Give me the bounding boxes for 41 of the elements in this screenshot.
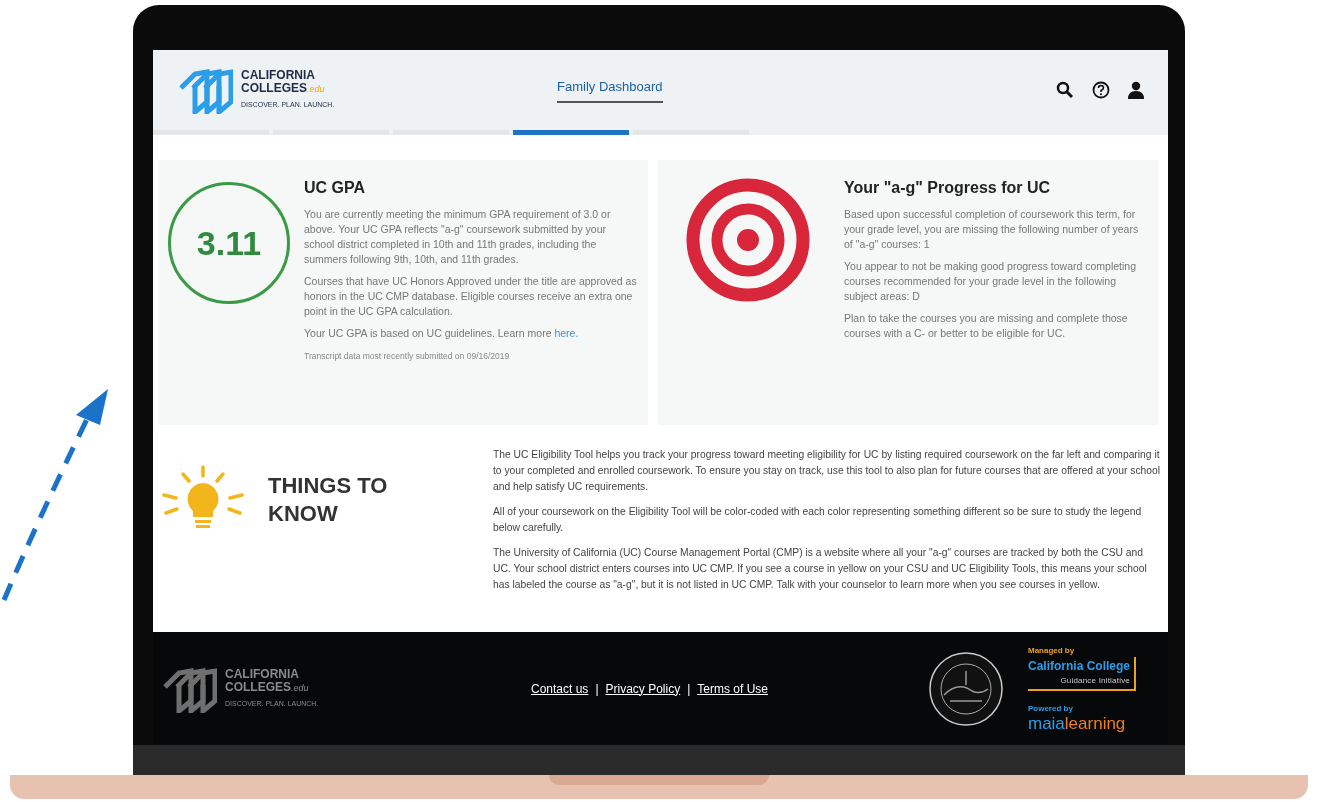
card-paragraph: Your UC GPA is based on UC guidelines. Learn more here. — [304, 326, 580, 341]
card-title: Your "a-g" Progress for UC — [844, 178, 1051, 198]
nav-tab[interactable] — [393, 130, 509, 135]
user-icon[interactable] — [1128, 81, 1144, 99]
managed-by-label: Managed by — [1027, 644, 1076, 657]
logo-text: CALIFORNIA — [241, 69, 316, 82]
footer-link[interactable]: Privacy Policy — [605, 679, 681, 698]
maialearning-logo-text: learning — [1064, 714, 1126, 733]
logo-suffix: .edu — [307, 84, 325, 96]
info-paragraph: The UC Eligibility Tool helps you track your progress toward meeting eligibility for UC by listing required coursework on the far left and comparing it to your completed and enrolled coursework. To ensure you stay on track, use this tool to also plan for future courses that are offered at your school and help satisfy UC requirements. — [493, 448, 1161, 494]
card-title: UC GPA — [304, 178, 367, 198]
gpa-value: 3.11 — [196, 222, 262, 264]
guidance-initiative-name: California College — [1027, 657, 1130, 675]
nav-tab[interactable] — [513, 130, 629, 135]
transcript-note: Transcript data most recently submitted on 09/16/2019 — [304, 350, 511, 363]
info-paragraph: All of your coursework on the Eligibility Tool will be color-coded with each color representing something different so be sure to study the legend below carefully. — [493, 505, 1143, 535]
card-paragraph: Plan to take the courses you are missing and complete those courses with a C- or better to be eligible for UC. — [844, 311, 1129, 341]
footer-link[interactable]: Contact us — [531, 679, 589, 698]
nav-tab[interactable] — [633, 130, 749, 135]
help-icon[interactable] — [1092, 81, 1110, 99]
logo-text: CALIFORNIA — [225, 667, 300, 681]
logo-suffix: .edu — [291, 681, 309, 695]
card-paragraph: You appear to not be making good progress toward completing courses recommended for your grade level in the following subject areas: D — [844, 259, 1138, 304]
link-separator: | — [687, 680, 691, 698]
maialearning-logo-text: maia — [1027, 714, 1065, 733]
powered-by-label: Powered by — [1027, 702, 1074, 715]
search-icon[interactable] — [1056, 81, 1074, 99]
nav-tab[interactable] — [153, 130, 269, 135]
things-to-know-title: THINGS TO KNOW — [268, 472, 388, 528]
logo-stripes-icon — [177, 66, 233, 114]
family-dashboard-link[interactable]: Family Dashboard — [557, 77, 663, 103]
card-paragraph: Based upon successful completion of coursework this term, for your grade level, you are missing the following number of years of "a-g" courses: 1 — [844, 207, 1140, 252]
card-paragraph: You are currently meeting the minimum GPA requirement of 3.0 or above. Your UC GPA reflects "a-g" coursework submitted by your school district completed in 10th and 11th grades, including the summers following 9th, 10th, and 11th grades. — [304, 207, 612, 267]
guidance-initiative-subtitle: Guidance Initiative — [1060, 674, 1130, 687]
logo-text: COLLEGES — [241, 82, 307, 95]
footer-link[interactable]: Terms of Use — [697, 679, 768, 698]
nav-tab[interactable] — [273, 130, 389, 135]
link-separator: | — [595, 680, 599, 698]
info-paragraph: The University of California (UC) Course Management Portal (CMP) is a website where all your "a-g" courses are tracked by both the CSU and UC. Your school district enters courses into UC CMP. If you see a course in yellow on your CSU and UC Eligibility Tools, this means your school has labeled the course as "a-g", but it is not listed in UC CMP. Talk with your counselor to learn more when you see courses in yellow. — [493, 546, 1148, 592]
card-paragraph: Courses that have UC Honors Approved under the title are approved as honors in the UC CMP database. Eligible courses receive an extra one point in the UC GPA calculation. — [304, 274, 638, 319]
logo-text: COLLEGES — [225, 680, 291, 694]
